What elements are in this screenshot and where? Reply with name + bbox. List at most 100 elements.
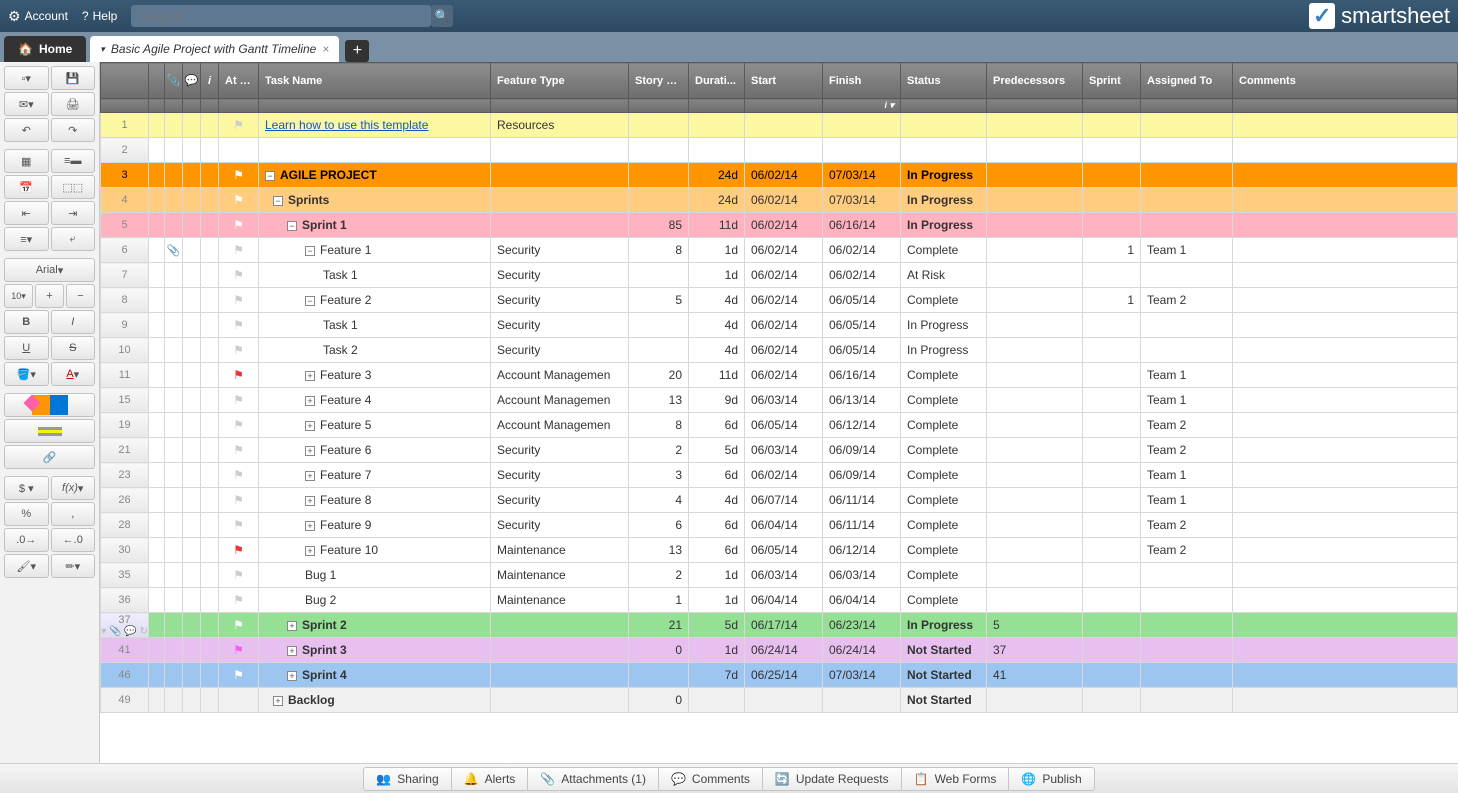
cell-comments[interactable] [1233, 538, 1458, 563]
cell-comments[interactable] [1233, 313, 1458, 338]
cell-featuretype[interactable]: Security [491, 488, 629, 513]
row-number[interactable]: 4 [101, 188, 149, 213]
cell-duration[interactable]: 24d [689, 163, 745, 188]
table-row[interactable]: 10 ⚑ Task 2 Security 4d 06/02/14 06/05/1… [101, 338, 1458, 363]
row-attach-cell[interactable] [165, 463, 183, 488]
row-expand-cell[interactable] [149, 338, 165, 363]
cell-storypoints[interactable]: 21 [629, 613, 689, 638]
cell-featuretype[interactable]: Security [491, 513, 629, 538]
row-comment-cell[interactable] [183, 613, 201, 638]
row-attach-cell[interactable] [165, 363, 183, 388]
table-row[interactable]: 15 ⚑ +Feature 4 Account Managemen 13 9d … [101, 388, 1458, 413]
cell-start[interactable]: 06/02/14 [745, 163, 823, 188]
cell-taskname[interactable]: +Feature 4 [259, 388, 491, 413]
cell-taskname[interactable]: +Sprint 4 [259, 663, 491, 688]
cell-featuretype[interactable]: Maintenance [491, 563, 629, 588]
publish-button[interactable]: 🌐Publish [1009, 767, 1094, 791]
cell-finish[interactable]: 07/03/14 [823, 663, 901, 688]
cell-start[interactable]: 06/05/14 [745, 413, 823, 438]
cell-start[interactable]: 06/03/14 [745, 563, 823, 588]
row-expand-cell[interactable] [149, 538, 165, 563]
header-expand[interactable] [149, 63, 165, 99]
table-row[interactable]: 41 ⚑ +Sprint 3 0 1d 06/24/14 06/24/14 No… [101, 638, 1458, 663]
chevron-down-icon[interactable]: ▾ [100, 44, 105, 55]
fill-color-button[interactable]: 🪣▾ [4, 362, 49, 386]
cell-predecessors[interactable] [987, 463, 1083, 488]
cell-status[interactable]: Complete [901, 388, 987, 413]
cell-taskname[interactable] [259, 138, 491, 163]
cell-comments[interactable] [1233, 488, 1458, 513]
cell-comments[interactable] [1233, 638, 1458, 663]
cell-featuretype[interactable]: Account Managemen [491, 413, 629, 438]
cell-predecessors[interactable] [987, 338, 1083, 363]
cell-featuretype[interactable] [491, 663, 629, 688]
cell-sprint[interactable] [1083, 313, 1141, 338]
cell-predecessors[interactable] [987, 188, 1083, 213]
cell-atrisk[interactable]: ⚑ [219, 113, 259, 138]
row-info-cell[interactable] [201, 513, 219, 538]
cell-start[interactable] [745, 113, 823, 138]
row-info-cell[interactable] [201, 588, 219, 613]
cell-taskname[interactable]: −Sprint 1 [259, 213, 491, 238]
row-number[interactable]: 41 [101, 638, 149, 663]
outdent-button[interactable]: ⇥ [51, 201, 96, 225]
cell-finish[interactable]: 06/16/14 [823, 363, 901, 388]
cell-featuretype[interactable] [491, 688, 629, 713]
row-expand-cell[interactable] [149, 438, 165, 463]
cell-status[interactable]: Not Started [901, 688, 987, 713]
row-expand-cell[interactable] [149, 313, 165, 338]
row-expand-cell[interactable] [149, 488, 165, 513]
cell-sprint[interactable] [1083, 688, 1141, 713]
cell-assignedto[interactable] [1141, 663, 1233, 688]
row-attach-cell[interactable] [165, 513, 183, 538]
cell-sprint[interactable]: 1 [1083, 288, 1141, 313]
expand-toggle[interactable]: − [287, 221, 297, 231]
expand-toggle[interactable]: + [287, 621, 297, 631]
cell-featuretype[interactable]: Security [491, 463, 629, 488]
row-expand-cell[interactable] [149, 288, 165, 313]
header-info-icon[interactable]: i [201, 63, 219, 99]
cell-duration[interactable]: 4d [689, 338, 745, 363]
cell-assignedto[interactable] [1141, 188, 1233, 213]
align-button[interactable]: ≡▾ [4, 227, 49, 251]
cell-sprint[interactable] [1083, 113, 1141, 138]
cell-taskname[interactable]: +Sprint 2 [259, 613, 491, 638]
cell-taskname[interactable]: +Feature 3 [259, 363, 491, 388]
row-attach-cell[interactable] [165, 638, 183, 663]
cell-duration[interactable] [689, 138, 745, 163]
cell-assignedto[interactable] [1141, 638, 1233, 663]
cell-sprint[interactable] [1083, 138, 1141, 163]
header-taskname[interactable]: Task Name [259, 63, 491, 99]
cell-start[interactable]: 06/02/14 [745, 288, 823, 313]
cell-duration[interactable]: 6d [689, 513, 745, 538]
cell-assignedto[interactable]: Team 2 [1141, 513, 1233, 538]
cell-taskname[interactable]: Bug 1 [259, 563, 491, 588]
row-comment-cell[interactable] [183, 138, 201, 163]
cell-status[interactable]: Complete [901, 363, 987, 388]
row-expand-cell[interactable] [149, 113, 165, 138]
header-comment-icon[interactable]: 💬 [183, 63, 201, 99]
row-comment-cell[interactable] [183, 288, 201, 313]
cell-taskname[interactable]: −Sprints [259, 188, 491, 213]
cell-comments[interactable] [1233, 238, 1458, 263]
cell-storypoints[interactable]: 2 [629, 438, 689, 463]
cell-status[interactable]: Complete [901, 563, 987, 588]
row-comment-cell[interactable] [183, 488, 201, 513]
cell-comments[interactable] [1233, 263, 1458, 288]
row-expand-cell[interactable] [149, 163, 165, 188]
search-button[interactable]: 🔍 [431, 5, 453, 27]
header-status[interactable]: Status [901, 63, 987, 99]
header-sprint[interactable]: Sprint [1083, 63, 1141, 99]
cell-status[interactable]: At Risk [901, 263, 987, 288]
wrap-button[interactable]: ⤶ [51, 227, 96, 251]
cell-storypoints[interactable]: 6 [629, 513, 689, 538]
row-comment-cell[interactable] [183, 388, 201, 413]
row-number[interactable]: 2 [101, 138, 149, 163]
cell-start[interactable]: 06/17/14 [745, 613, 823, 638]
expand-toggle[interactable]: − [273, 196, 283, 206]
cell-start[interactable]: 06/02/14 [745, 313, 823, 338]
cell-featuretype[interactable] [491, 163, 629, 188]
expand-toggle[interactable]: − [305, 246, 315, 256]
cell-finish[interactable]: 06/05/14 [823, 288, 901, 313]
header-finish-dropdown[interactable]: i ▾ [823, 99, 901, 113]
